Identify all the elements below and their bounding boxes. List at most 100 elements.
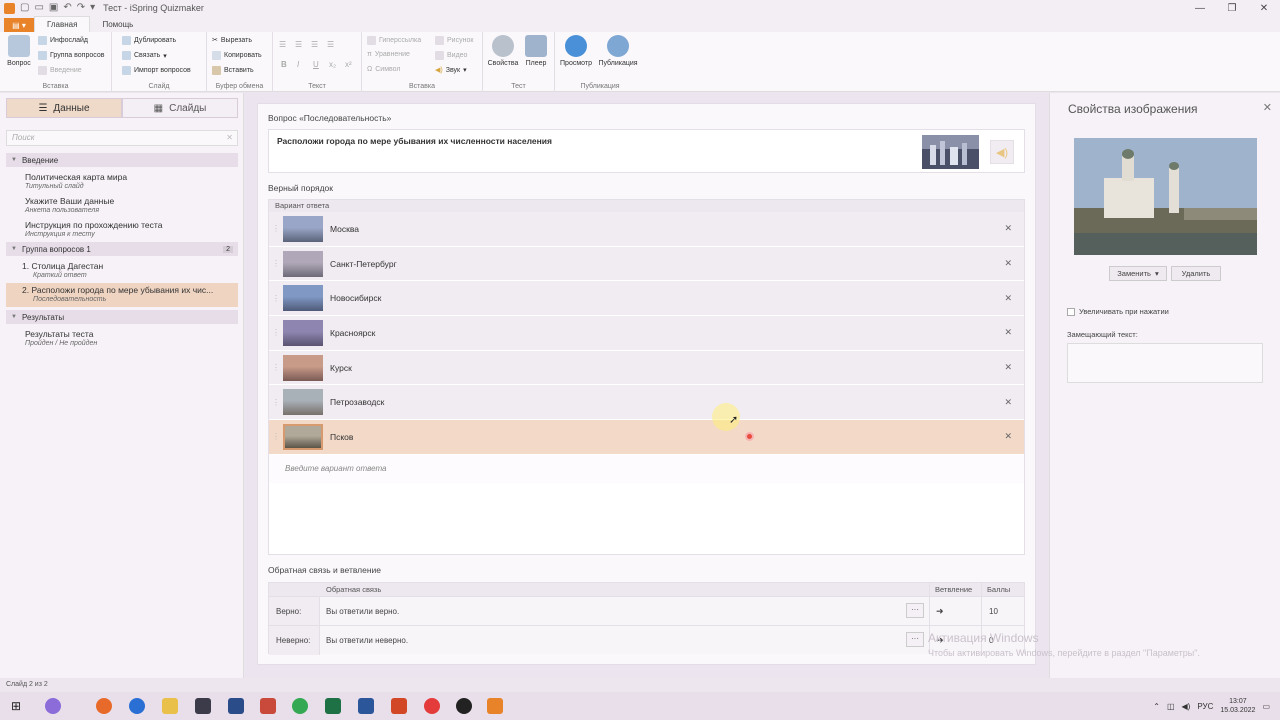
- explorer-icon[interactable]: [162, 698, 178, 714]
- properties-button[interactable]: Свойства: [486, 35, 520, 67]
- answer-row-selected[interactable]: ⋮ Псков ✕: [269, 420, 1024, 455]
- clock[interactable]: 13:07 15.03.2022: [1220, 697, 1255, 715]
- answer-thumbnail[interactable]: [283, 354, 323, 381]
- maximize-button[interactable]: ❐: [1216, 0, 1248, 16]
- enlarge-on-click-checkbox[interactable]: Увеличивать при нажатии: [1067, 307, 1169, 316]
- indent-icon[interactable]: ☰: [327, 40, 334, 49]
- drag-handle-icon[interactable]: ⋮: [269, 294, 283, 303]
- drag-handle-icon[interactable]: ⋮: [269, 363, 283, 372]
- answer-text[interactable]: Санкт-Петербург: [330, 259, 397, 269]
- yandex-icon[interactable]: [424, 698, 440, 714]
- tab-slides[interactable]: ▦ Слайды: [122, 98, 238, 118]
- paste-button[interactable]: Вставить: [212, 66, 254, 75]
- collapse-icon[interactable]: ▼: [11, 314, 17, 320]
- language-indicator[interactable]: РУС: [1197, 702, 1213, 711]
- branch-arrow-icon[interactable]: ➜: [936, 597, 944, 626]
- drag-handle-icon[interactable]: ⋮: [269, 432, 283, 441]
- answer-text[interactable]: Курск: [330, 363, 352, 373]
- answer-row[interactable]: ⋮ Новосибирск ✕: [269, 281, 1024, 317]
- clear-search-icon[interactable]: ✕: [226, 131, 233, 145]
- tab-help[interactable]: Помощь: [90, 16, 145, 32]
- tree-item[interactable]: Политическая карта мира Титульный слайд: [6, 170, 238, 194]
- customize-chevron-icon[interactable]: ▾: [90, 3, 95, 13]
- new-file-icon[interactable]: ▢: [20, 3, 29, 13]
- question-group-button[interactable]: Группа вопросов: [38, 51, 104, 60]
- answer-text[interactable]: Москва: [330, 224, 359, 234]
- feedback-text[interactable]: Вы ответили верно.: [326, 597, 399, 626]
- answer-thumbnail[interactable]: [283, 285, 323, 312]
- tab-home[interactable]: Главная: [34, 16, 91, 32]
- excel-icon[interactable]: [325, 698, 341, 714]
- picture-button[interactable]: Рисунок: [435, 36, 473, 45]
- answer-row[interactable]: ⋮ Красноярск ✕: [269, 316, 1024, 351]
- hyperlink-button[interactable]: Гиперссылка: [367, 36, 421, 45]
- network-icon[interactable]: ◫: [1167, 702, 1175, 711]
- chrome-icon[interactable]: [292, 698, 308, 714]
- delete-answer-icon[interactable]: ✕: [1004, 293, 1012, 304]
- delete-answer-icon[interactable]: ✕: [1004, 431, 1012, 442]
- close-panel-icon[interactable]: ✕: [1263, 101, 1272, 114]
- question-image[interactable]: [922, 135, 979, 169]
- import-questions-button[interactable]: Импорт вопросов: [122, 66, 191, 75]
- drag-handle-icon[interactable]: ⋮: [269, 398, 283, 407]
- cut-button[interactable]: ✂ Вырезать: [212, 36, 252, 45]
- powerpoint-icon[interactable]: [391, 698, 407, 714]
- delete-answer-icon[interactable]: ✕: [1004, 362, 1012, 373]
- open-folder-icon[interactable]: ▭: [34, 3, 43, 13]
- notifications-icon[interactable]: ▭: [1262, 702, 1270, 711]
- answer-text[interactable]: Красноярск: [330, 328, 375, 338]
- duplicate-button[interactable]: Дублировать: [122, 36, 176, 45]
- symbol-button[interactable]: Ω Символ: [367, 66, 400, 73]
- tree-item-selected[interactable]: 2. Расположи города по мере убывания их …: [6, 283, 238, 307]
- subscript-icon[interactable]: x₂: [329, 60, 336, 69]
- alt-text-field[interactable]: [1067, 343, 1263, 383]
- bold-icon[interactable]: B: [281, 60, 287, 69]
- tab-data[interactable]: ☰ Данные: [6, 98, 122, 118]
- bullet-list-icon[interactable]: ☰: [279, 40, 286, 49]
- edge-icon[interactable]: [129, 698, 145, 714]
- sound-button[interactable]: ◀) Звук ▾: [435, 66, 467, 75]
- answer-row[interactable]: ⋮ Курск ✕: [269, 350, 1024, 386]
- drag-handle-icon[interactable]: ⋮: [269, 224, 283, 233]
- question-text-box[interactable]: Расположи города по мере убывания их чис…: [268, 129, 1025, 173]
- delete-answer-icon[interactable]: ✕: [1004, 397, 1012, 408]
- tree-item[interactable]: 1. Столица Дагестан Краткий ответ: [6, 259, 238, 283]
- tree-item[interactable]: Результаты теста Пройден / Не пройден: [6, 327, 238, 351]
- equation-button[interactable]: π Уравнение: [367, 51, 410, 58]
- italic-icon[interactable]: I: [297, 60, 299, 69]
- calendar-app-icon[interactable]: [195, 698, 211, 714]
- answer-row[interactable]: ⋮ Петрозаводск ✕: [269, 385, 1024, 421]
- undo-icon[interactable]: ↶: [63, 3, 71, 13]
- close-window-button[interactable]: ✕: [1248, 0, 1280, 16]
- answer-row[interactable]: ⋮ Санкт-Петербург ✕: [269, 246, 1024, 282]
- delete-answer-icon[interactable]: ✕: [1004, 258, 1012, 269]
- redo-icon[interactable]: ↷: [77, 3, 85, 13]
- question-button[interactable]: Вопрос: [2, 35, 36, 67]
- answer-thumbnail[interactable]: [283, 250, 323, 277]
- app-icon[interactable]: [260, 698, 276, 714]
- delete-answer-icon[interactable]: ✕: [1004, 327, 1012, 338]
- delete-answer-icon[interactable]: ✕: [1004, 223, 1012, 234]
- tree-item[interactable]: Укажите Ваши данные Анкета пользователя: [6, 194, 238, 218]
- tree-section-group[interactable]: ▼ Группа вопросов 12: [6, 242, 238, 256]
- infoslide-button[interactable]: Инфослайд: [38, 36, 88, 45]
- app-icon[interactable]: [228, 698, 244, 714]
- answer-text[interactable]: Новосибирск: [330, 293, 381, 303]
- search-input[interactable]: Поиск ✕: [6, 130, 238, 146]
- answer-thumbnail[interactable]: [283, 423, 323, 450]
- video-button[interactable]: Видео: [435, 51, 467, 60]
- browser-icon[interactable]: [45, 698, 61, 714]
- replace-button[interactable]: Заменить ▾: [1109, 266, 1167, 281]
- superscript-icon[interactable]: x²: [345, 60, 352, 69]
- quizmaker-taskbar-icon[interactable]: [487, 698, 503, 714]
- answer-text[interactable]: Псков: [330, 432, 353, 442]
- answer-thumbnail[interactable]: [283, 319, 323, 346]
- intro-button[interactable]: Введение: [38, 66, 82, 75]
- outdent-icon[interactable]: ☰: [311, 40, 318, 49]
- windows-start-icon[interactable]: ⊞: [8, 698, 24, 714]
- add-audio-speaker-icon[interactable]: ◀): [990, 140, 1014, 164]
- checkbox[interactable]: [1067, 307, 1075, 316]
- drag-handle-icon[interactable]: ⋮: [269, 259, 283, 268]
- collapse-icon[interactable]: ▼: [11, 246, 17, 252]
- numbered-list-icon[interactable]: ☰: [295, 40, 302, 49]
